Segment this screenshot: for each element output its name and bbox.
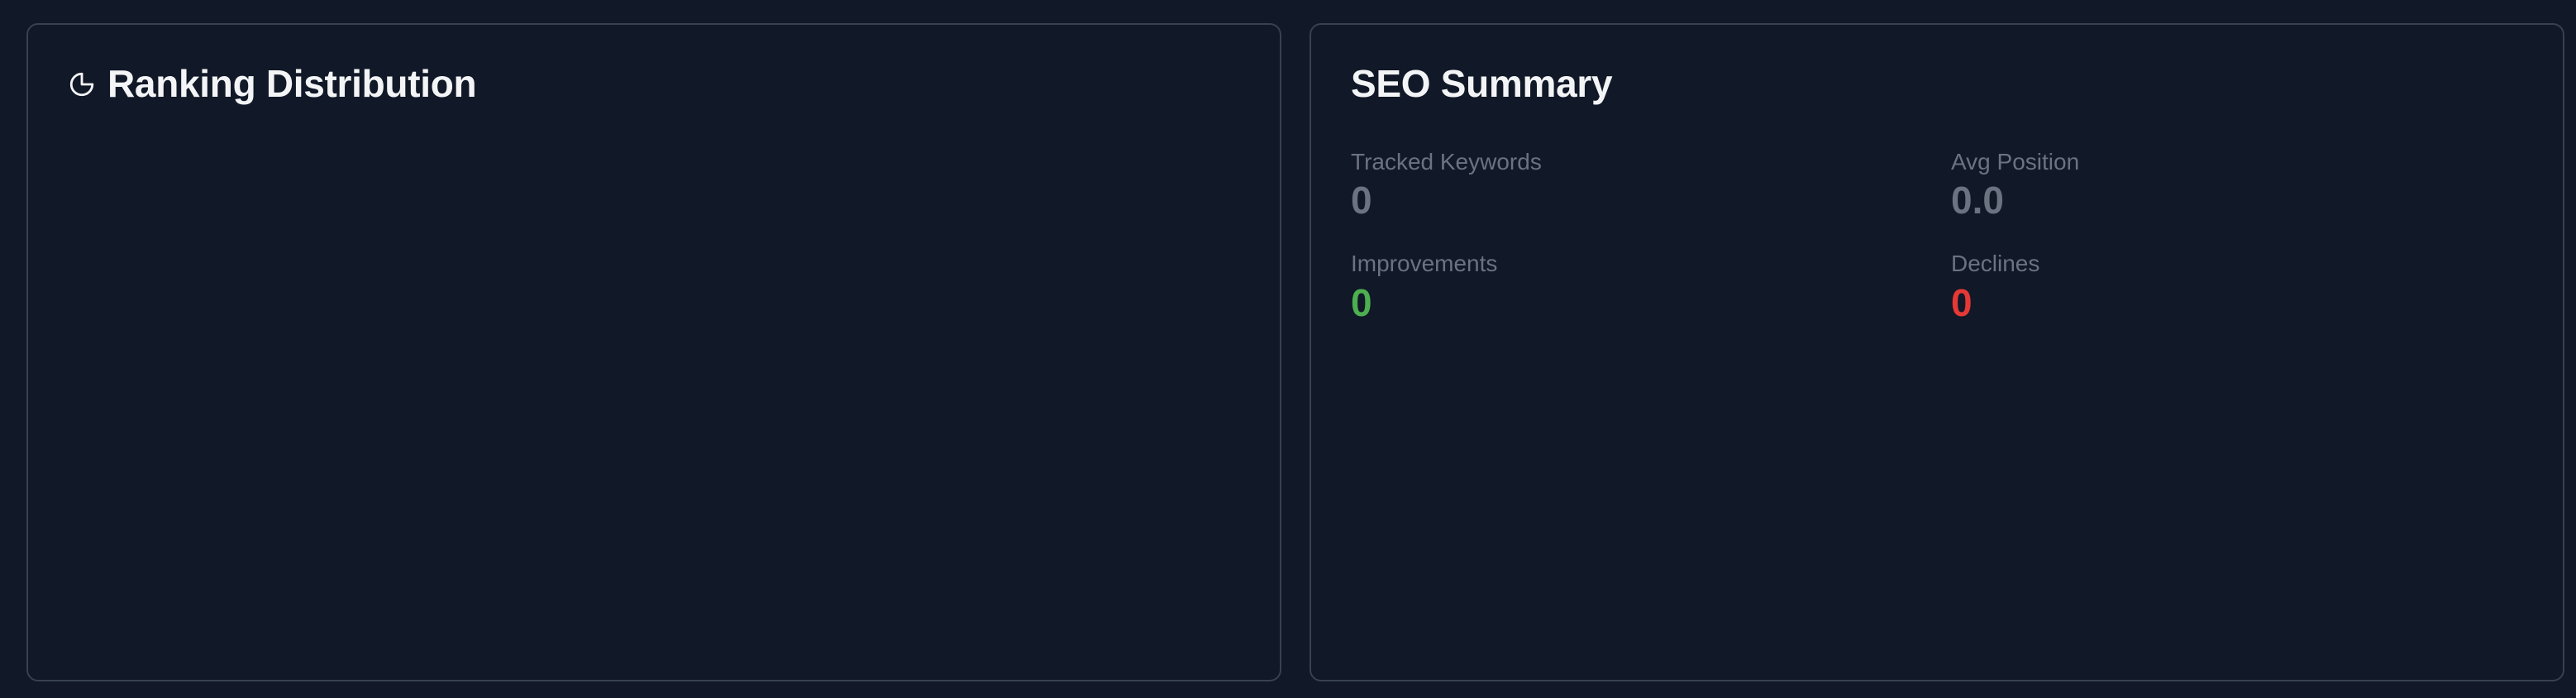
stat-label: Declines <box>1951 251 2040 277</box>
pie-chart-icon <box>68 70 96 98</box>
seo-summary-stats: Tracked Keywords 0 Avg Position 0.0 Impr… <box>1351 147 2525 325</box>
ranking-distribution-header: Ranking Distribution <box>68 61 477 107</box>
stat-value: 0 <box>1351 280 1372 324</box>
seo-summary-card: SEO Summary Tracked Keywords 0 Avg Posit… <box>1309 23 2564 681</box>
ranking-distribution-card: Ranking Distribution <box>26 23 1281 681</box>
seo-summary-title: SEO Summary <box>1351 62 1613 105</box>
stat-tracked-keywords: Tracked Keywords 0 <box>1351 147 1951 222</box>
stat-label: Improvements <box>1351 251 1498 277</box>
stat-value: 0 <box>1351 179 1372 222</box>
stat-value: 0 <box>1951 280 1973 324</box>
stat-label: Avg Position <box>1951 149 2080 174</box>
stat-improvements: Improvements 0 <box>1351 249 1951 324</box>
stat-avg-position: Avg Position 0.0 <box>1951 147 2525 222</box>
stat-declines: Declines 0 <box>1951 249 2525 324</box>
stat-value: 0.0 <box>1951 179 2004 222</box>
ranking-distribution-title: Ranking Distribution <box>107 62 477 105</box>
stat-label: Tracked Keywords <box>1351 149 1542 174</box>
seo-summary-header: SEO Summary <box>1351 61 1613 107</box>
dashboard: Ranking Distribution SEO Summary Tracked… <box>0 0 2576 698</box>
